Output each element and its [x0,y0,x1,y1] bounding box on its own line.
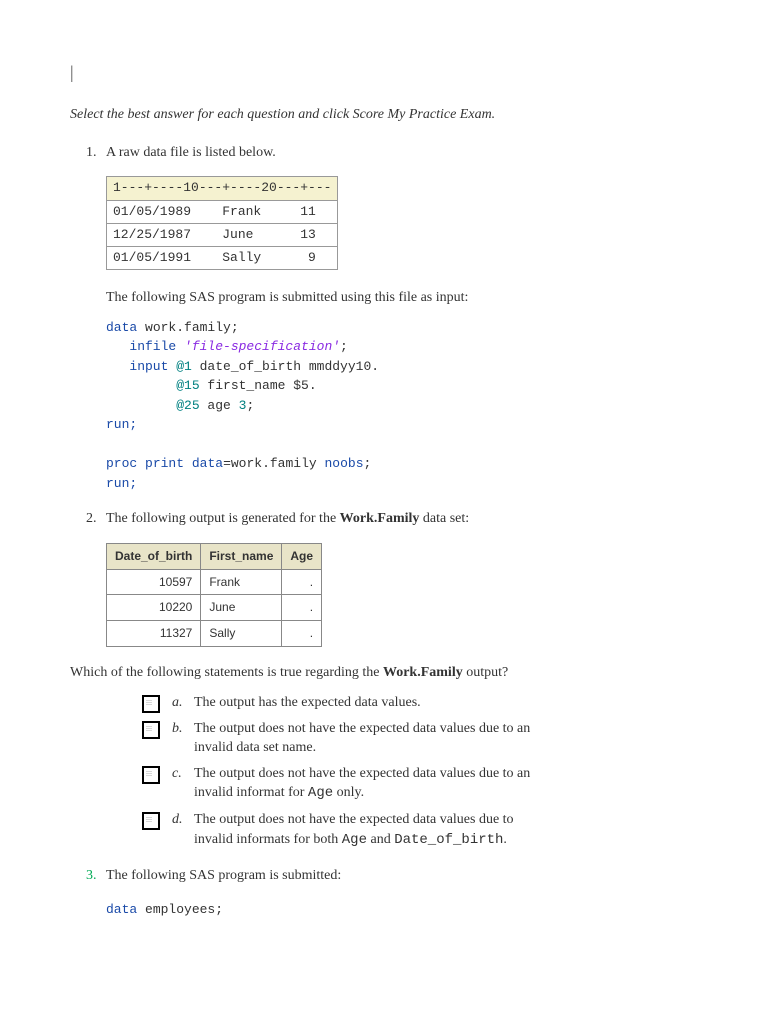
q3-prompt-text: The following SAS program is submitted: [106,868,341,883]
option-letter: c. [172,764,194,784]
q2-which-bold: Work.Family [383,665,463,680]
raw-row: 12/25/1987 June 13 [107,223,338,246]
code-kw: run; [106,476,137,491]
output-header: Age [282,543,322,569]
code-text [184,456,192,471]
q2-prompt: 2.The following output is generated for … [86,509,698,529]
q1-prompt-text: A raw data file is listed below. [106,145,276,160]
question-2: 2.The following output is generated for … [70,509,698,529]
q1-prompt: 1.A raw data file is listed below. [86,143,698,163]
code-pos: @15 [106,378,200,393]
code-text: ; [364,456,372,471]
output-header: First_name [201,543,282,569]
code-kw: run; [106,417,137,432]
code-kw: proc [106,456,137,471]
radio-c[interactable] [142,766,160,784]
option-text: The output has the expected data values. [194,693,534,713]
code-text: employees; [137,902,223,917]
ruler-row: 1---+----10---+----20---+--- [107,177,338,200]
q2-prompt-bold: Work.Family [340,511,420,526]
q2-prompt-b: data set: [419,511,469,526]
option-d: d. The output does not have the expected… [142,810,698,850]
raw-row: 01/05/1989 Frank 11 [107,200,338,223]
output-cell: Frank [201,569,282,595]
text-cursor: | [70,60,698,85]
q1-post-text: The following SAS program is submitted u… [70,288,698,308]
raw-row: 01/05/1991 Sally 9 [107,246,338,269]
q3-code-block: data employees; [106,900,698,920]
option-letter: d. [172,810,194,830]
q2-number: 2. [86,509,106,529]
q2-which: Which of the following statements is tru… [70,663,698,683]
q1-code-block: data work.family; infile 'file-specifica… [106,318,698,494]
code-text: ; [246,398,254,413]
question-3: 3.The following SAS program is submitted… [70,866,698,886]
code-kw: noobs [325,456,364,471]
code-text: first_name [200,378,294,393]
code-kw: data [106,320,137,335]
output-cell: . [282,621,322,647]
q2-which-a: Which of the following statements is tru… [70,665,383,680]
code-text: date_of_birth mmddyy10. [192,359,379,374]
option-text: The output does not have the expected da… [194,764,534,804]
code-pos: @25 [106,398,200,413]
raw-data-table: 1---+----10---+----20---+--- 01/05/1989 … [106,176,338,270]
option-letter: b. [172,719,194,739]
exam-instructions: Select the best answer for each question… [70,105,698,125]
code-text: =work.family [223,456,324,471]
option-text: The output does not have the expected da… [194,810,534,850]
output-cell: June [201,595,282,621]
code-kw: infile [106,339,184,354]
code-text: $5. [293,378,316,393]
q3-prompt: 3.The following SAS program is submitted… [86,866,698,886]
code-text: age [200,398,239,413]
output-header: Date_of_birth [107,543,201,569]
q2-which-b: output? [463,665,509,680]
option-letter: a. [172,693,194,713]
option-text: The output does not have the expected da… [194,719,534,758]
code-kw: input [106,359,176,374]
option-c: c. The output does not have the expected… [142,764,698,804]
question-1: 1.A raw data file is listed below. 1---+… [70,143,698,270]
q3-number: 3. [86,866,106,886]
output-cell: Sally [201,621,282,647]
radio-d[interactable] [142,812,160,830]
output-cell: 10597 [107,569,201,595]
code-literal: 'file-specification' [184,339,340,354]
code-kw: data [192,456,223,471]
output-table: Date_of_birth First_name Age 10597 Frank… [106,543,322,647]
code-kw: print [145,456,184,471]
output-cell: . [282,569,322,595]
output-cell: . [282,595,322,621]
code-text: work.family; [137,320,238,335]
code-text: ; [340,339,348,354]
option-a: a. The output has the expected data valu… [142,693,698,713]
radio-b[interactable] [142,721,160,739]
code-kw: data [106,902,137,917]
radio-a[interactable] [142,695,160,713]
option-b: b. The output does not have the expected… [142,719,698,758]
code-text [137,456,145,471]
q2-options: a. The output has the expected data valu… [70,693,698,851]
output-cell: 10220 [107,595,201,621]
output-cell: 11327 [107,621,201,647]
q1-number: 1. [86,143,106,163]
q2-prompt-a: The following output is generated for th… [106,511,340,526]
code-pos: @1 [176,359,192,374]
